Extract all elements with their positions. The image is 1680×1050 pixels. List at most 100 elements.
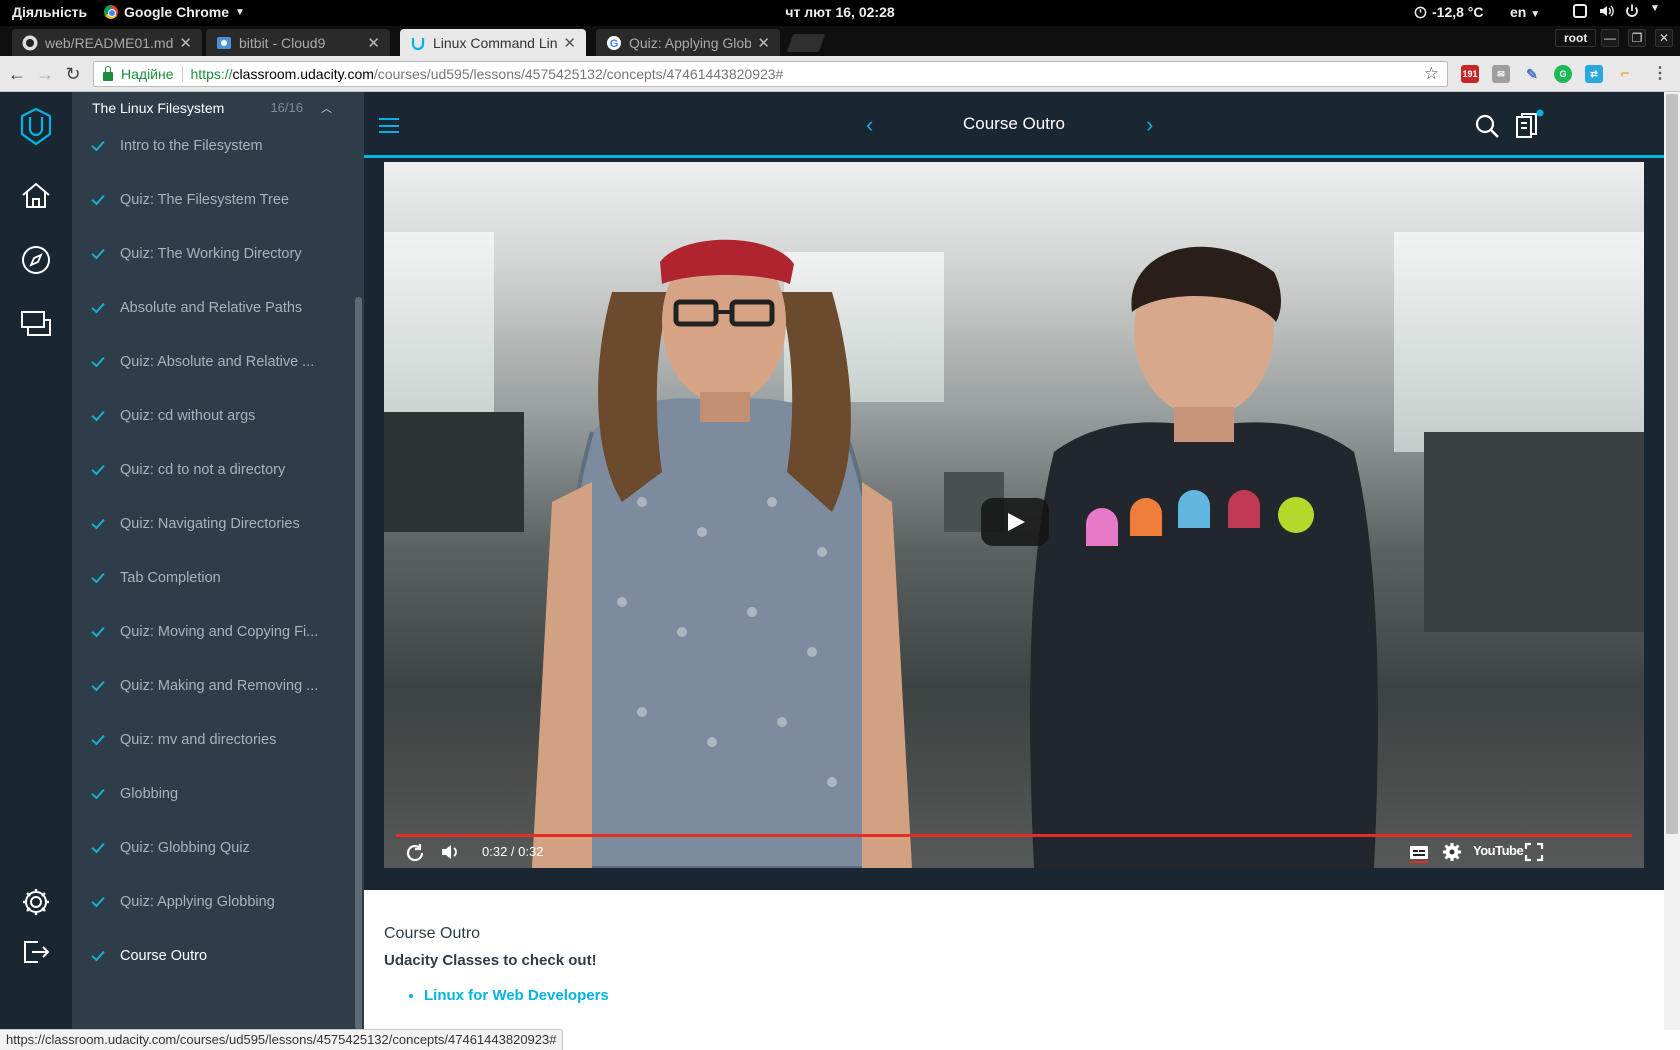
restore-button[interactable]: ❐ [1628, 29, 1646, 47]
tab-title: Linux Command Line [433, 34, 558, 51]
concept-item[interactable]: Quiz: Globbing Quiz [72, 821, 352, 875]
browser-menu-icon[interactable]: ⋮ [1651, 65, 1669, 83]
play-button[interactable] [981, 498, 1049, 546]
captions-icon[interactable] [1408, 842, 1430, 864]
address-bar[interactable]: Надійне https://classroom.udacity.com/co… [93, 61, 1448, 87]
concept-item[interactable]: Quiz: Absolute and Relative ... [72, 335, 352, 389]
screen-icon [1573, 4, 1587, 18]
concept-item[interactable]: Quiz: Moving and Copying Fi... [72, 605, 352, 659]
close-icon[interactable]: ✕ [179, 34, 192, 52]
compass-icon[interactable] [18, 242, 54, 278]
page-scrollbar[interactable] [1664, 92, 1680, 1030]
extension-translate-icon[interactable]: ⇄ [1585, 65, 1603, 83]
system-tray[interactable]: ▼ [1572, 3, 1660, 19]
settings-gear-icon[interactable] [1442, 842, 1462, 862]
concept-item[interactable]: Quiz: Applying Globbing [72, 875, 352, 929]
sidebar-scroll-thumb[interactable] [355, 297, 362, 1030]
course-link[interactable]: Linux for Web Developers [424, 987, 1584, 1004]
checkmark-icon [91, 515, 105, 529]
browser-toolbar: ← → ↻ Надійне https://classroom.udacity.… [0, 56, 1680, 92]
concept-label: Tab Completion [120, 570, 221, 586]
concept-label: Quiz: cd without args [120, 408, 256, 424]
udacity-logo-icon[interactable] [19, 108, 53, 146]
concept-item[interactable]: Absolute and Relative Paths [72, 281, 352, 335]
video-player[interactable]: 0:32 / 0:32 YouTube [384, 162, 1644, 868]
back-arrow-icon[interactable]: ← [8, 65, 26, 83]
profile-button[interactable]: root [1555, 29, 1597, 47]
app-menu[interactable]: Google Chrome ▼ [104, 4, 245, 20]
language-label: en [1510, 4, 1527, 20]
divider [181, 66, 183, 82]
concept-item-current[interactable]: Course Outro [72, 929, 352, 983]
weather-indicator[interactable]: -12,8 °C [1414, 4, 1484, 20]
language-indicator[interactable]: en ▼ [1510, 4, 1540, 20]
close-icon[interactable]: ✕ [757, 34, 770, 52]
notes-icon[interactable] [1514, 109, 1544, 141]
concept-label: Quiz: Making and Removing ... [120, 678, 319, 694]
concept-item[interactable]: Quiz: mv and directories [72, 713, 352, 767]
close-icon[interactable]: ✕ [563, 34, 576, 52]
extension-grammarly-icon[interactable]: G [1554, 65, 1572, 83]
concept-item[interactable]: Tab Completion [72, 551, 352, 605]
volume-icon [1600, 5, 1614, 17]
search-icon[interactable] [1474, 113, 1500, 139]
checkmark-icon [91, 569, 105, 583]
lesson-progress: 16/16 [270, 100, 303, 115]
fullscreen-icon[interactable] [1524, 842, 1544, 862]
extension-orange-icon[interactable]: ⌐ [1616, 65, 1634, 83]
presenter-left [532, 239, 912, 868]
activities-button[interactable]: Діяльність [12, 4, 87, 20]
concept-label: Quiz: The Filesystem Tree [120, 192, 289, 208]
replay-icon[interactable] [404, 842, 426, 864]
weather-icon [1414, 6, 1427, 18]
video-section: 0:32 / 0:32 YouTube [364, 158, 1664, 890]
video-controls: 0:32 / 0:32 YouTube [384, 837, 1644, 868]
concept-item[interactable]: Quiz: cd to not a directory [72, 443, 352, 497]
volume-icon[interactable] [440, 842, 460, 862]
home-icon[interactable] [18, 178, 54, 214]
google-icon: G [607, 35, 621, 50]
logout-icon[interactable] [18, 934, 54, 970]
forward-arrow-icon[interactable]: → [36, 65, 54, 83]
checkmark-icon [91, 407, 105, 421]
tab-quiz-applying-globbing[interactable]: G Quiz: Applying Globbing ✕ [596, 29, 780, 56]
checkmark-icon [91, 623, 105, 637]
concept-item[interactable]: Quiz: The Filesystem Tree [72, 173, 352, 227]
new-tab-button[interactable] [786, 34, 826, 52]
extension-mail-icon[interactable]: ✉ [1492, 65, 1510, 83]
extension-adblock-icon[interactable]: 191 [1461, 65, 1479, 83]
concept-list: Intro to the Filesystem Quiz: The Filesy… [72, 119, 352, 983]
youtube-logo[interactable]: YouTube [1473, 843, 1524, 858]
minimize-button[interactable]: — [1601, 29, 1619, 47]
concept-label: Quiz: Absolute and Relative ... [120, 354, 315, 370]
chrome-icon [104, 5, 118, 19]
checkmark-icon [91, 461, 105, 475]
concept-label: Quiz: Moving and Copying Fi... [120, 624, 319, 640]
screen: Діяльність Google Chrome ▼ чт лют 16, 02… [0, 0, 1680, 1050]
checkmark-icon [91, 245, 105, 259]
concept-item[interactable]: Quiz: cd without args [72, 389, 352, 443]
chevron-down-icon: ▼ [235, 6, 245, 18]
concept-label: Quiz: Navigating Directories [120, 516, 300, 532]
bookmark-star-icon[interactable]: ☆ [1424, 64, 1439, 84]
discussion-icon[interactable] [18, 306, 54, 342]
close-icon[interactable]: ✕ [367, 34, 380, 52]
chevron-right-icon[interactable]: › [1146, 114, 1153, 136]
tab-readme[interactable]: web/README01.md ✕ [12, 29, 202, 56]
concept-item[interactable]: Quiz: The Working Directory [72, 227, 352, 281]
extension-pen-icon[interactable]: ✎ [1523, 65, 1541, 83]
checkmark-icon [91, 677, 105, 691]
concept-item[interactable]: Intro to the Filesystem [72, 119, 352, 173]
concept-item[interactable]: Quiz: Navigating Directories [72, 497, 352, 551]
page-scroll-thumb[interactable] [1666, 94, 1678, 834]
reload-icon[interactable]: ↻ [64, 65, 82, 83]
close-window-button[interactable]: ✕ [1655, 29, 1673, 47]
lesson-title: The Linux Filesystem [92, 99, 225, 116]
tab-cloud9[interactable]: bitbit - Cloud9 ✕ [206, 29, 390, 56]
chevron-up-icon[interactable]: ︿ [321, 100, 332, 116]
concept-item[interactable]: Globbing [72, 767, 352, 821]
sidebar-scrollbar[interactable] [352, 92, 364, 1030]
tab-linux-command-line[interactable]: Linux Command Line ✕ [400, 29, 586, 56]
concept-item[interactable]: Quiz: Making and Removing ... [72, 659, 352, 713]
gear-icon[interactable] [18, 884, 54, 920]
